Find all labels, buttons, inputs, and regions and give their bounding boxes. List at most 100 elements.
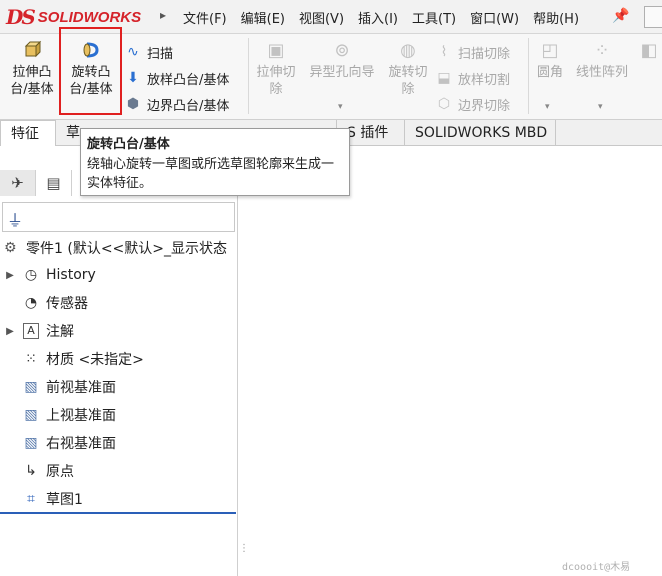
expand-arrow-icon[interactable]: ▶ [0,270,20,281]
revolve-cut-button[interactable]: ◍ 旋转切 除 [384,40,432,98]
tab-features[interactable]: 特征 [0,120,56,146]
plane-icon: ▧ [24,435,38,451]
fillet-button[interactable]: ◰ 圆角 [530,40,570,81]
hole-wizard-dropdown-icon[interactable]: ▾ [338,102,343,112]
sensor-icon: ◔ [24,295,38,311]
extrude-boss-label: 拉伸凸 台/基体 [10,65,54,97]
pin-icon[interactable]: 📌 [612,8,629,24]
logo-name: SOLIDWORKS [37,8,142,26]
loft-cut-icon: ⬓ [437,70,451,86]
tree-item-front-plane[interactable]: ▧ 前视基准面 [0,374,116,400]
tree-item-label: 上视基准面 [46,408,116,424]
boundary-cut-icon: ⬡ [437,96,451,112]
origin-icon: ↳ [25,463,37,479]
loft-cut-button[interactable]: ⬓ 放样切割 [434,67,510,89]
tooltip-body: 绕轴心旋转一草图或所选草图轮廓来生成一实体特征。 [87,157,335,191]
tree-item-label: 前视基准面 [46,380,116,396]
ribbon-separator [528,38,529,114]
tree-item-history[interactable]: ▶ ◷ History [0,262,96,288]
tree-item-sensors[interactable]: ◔ 传感器 [0,290,88,316]
linear-pattern-icon: ⁘ [594,40,610,61]
menu-bar: 文件(F) 编辑(E) 视图(V) 插入(I) 工具(T) 窗口(W) 帮助(H… [176,0,586,34]
extrude-boss-button[interactable]: 拉伸凸 台/基体 [6,40,58,98]
sweep-icon: ∿ [127,44,139,60]
tree-item-label: History [46,267,96,283]
graphics-area[interactable] [239,146,662,576]
tab-solidworks-mbd[interactable]: SOLIDWORKS MBD [404,120,556,146]
revolve-highlight-frame [59,27,122,115]
fillet-dropdown-icon[interactable]: ▾ [545,102,550,112]
sweep-button[interactable]: ∿ 扫描 [123,41,173,63]
rollback-bar[interactable] [0,512,236,514]
tree-root-label: 零件1 (默认<<默认>_显示状态 [26,241,228,257]
tree-item-top-plane[interactable]: ▧ 上视基准面 [0,402,116,428]
loft-boss-icon: ⬇ [127,70,139,86]
feature-tree-icon: ✈ [11,174,24,192]
menu-file[interactable]: 文件(F) [176,8,234,27]
linear-pattern-button[interactable]: ⁘ 线性阵列 [572,40,632,81]
tree-filter[interactable]: ⏚ [2,202,235,232]
watermark: dcoooit@木易 [562,562,631,573]
feature-manager-panel: ✈ ▤ ⏚ ⚙ 零件1 (默认<<默认>_显示状态 ▶ ◷ History ◔ … [0,146,238,576]
tree-item-label: 草图1 [46,492,83,508]
tooltip-title: 旋转凸台/基体 [87,137,170,152]
property-manager-tab[interactable]: ▤ [36,170,72,196]
extrude-boss-icon [6,40,58,62]
tree-item-origin[interactable]: ↳ 原点 [0,458,74,484]
tree-item-label: 传感器 [46,296,88,312]
extrude-cut-label: 拉伸切 除 [256,65,296,97]
logo-menu-arrow-icon[interactable]: ▸ [160,8,166,22]
property-manager-icon: ▤ [46,174,61,192]
sweep-cut-button[interactable]: ⌇ 扫描切除 [434,41,510,63]
revolve-tooltip: 旋转凸台/基体 绕轴心旋转一草图或所选草图轮廓来生成一实体特征。 [80,128,350,196]
menu-view[interactable]: 视图(V) [292,8,351,27]
fillet-label: 圆角 [536,65,563,80]
tree-root[interactable]: ⚙ 零件1 (默认<<默认>_显示状态 [4,236,227,260]
menu-insert[interactable]: 插入(I) [351,8,405,27]
tree-item-label: 材质 <未指定> [46,352,144,368]
tree-item-right-plane[interactable]: ▧ 右视基准面 [0,430,116,456]
ribbon-separator [248,38,249,114]
rib-icon: ◧ [640,40,658,61]
linear-pattern-dropdown-icon[interactable]: ▾ [598,102,603,112]
feature-tree-tab[interactable]: ✈ [0,170,36,196]
tree-item-sketch1[interactable]: ⌗ 草图1 [0,486,83,512]
menu-window[interactable]: 窗口(W) [463,8,526,27]
history-icon: ◷ [24,267,38,283]
loft-boss-label: 放样凸台/基体 [147,72,230,88]
loft-boss-button[interactable]: ⬇ 放样凸台/基体 [123,67,229,89]
menu-tools[interactable]: 工具(T) [405,8,463,27]
sweep-cut-label: 扫描切除 [458,46,511,62]
extrude-cut-button[interactable]: ▣ 拉伸切 除 [252,40,300,98]
boundary-boss-icon: ⬢ [126,96,140,112]
hole-wizard-button[interactable]: ⊚ 异型孔向导 [304,40,380,81]
plane-icon: ▧ [24,379,38,395]
logo-prefix: DS [6,5,36,29]
boundary-boss-label: 边界凸台/基体 [147,98,230,114]
splitter-handle-icon[interactable]: ⋮ [239,543,249,554]
tree-item-annotations[interactable]: ▶ A 注解 [0,318,74,344]
expand-arrow-icon[interactable]: ▶ [0,326,20,337]
more-feature-button[interactable]: ◧ [636,40,662,64]
extrude-cut-icon: ▣ [267,40,285,61]
menu-edit[interactable]: 编辑(E) [234,8,292,27]
fillet-icon: ◰ [541,40,559,61]
tree-item-material[interactable]: ⁙ 材质 <未指定> [0,346,144,372]
revolve-cut-icon: ◍ [400,40,416,61]
part-icon: ⚙ [4,240,17,256]
tree-item-label: 注解 [46,324,74,340]
loft-cut-label: 放样切割 [458,72,511,88]
tree-item-label: 右视基准面 [46,436,116,452]
boundary-cut-button[interactable]: ⬡ 边界切除 [434,93,510,115]
menu-help[interactable]: 帮助(H) [526,8,586,27]
linear-pattern-label: 线性阵列 [575,65,628,80]
filter-icon: ⏚ [7,211,24,230]
sweep-cut-icon: ⌇ [440,44,448,60]
window-button[interactable] [644,6,662,28]
tree-item-label: 原点 [46,464,74,480]
annotation-icon: A [23,323,39,339]
sketch-icon: ⌗ [27,491,35,507]
revolve-cut-label: 旋转切 除 [388,65,428,97]
material-icon: ⁙ [25,351,37,367]
boundary-boss-button[interactable]: ⬢ 边界凸台/基体 [123,93,230,115]
